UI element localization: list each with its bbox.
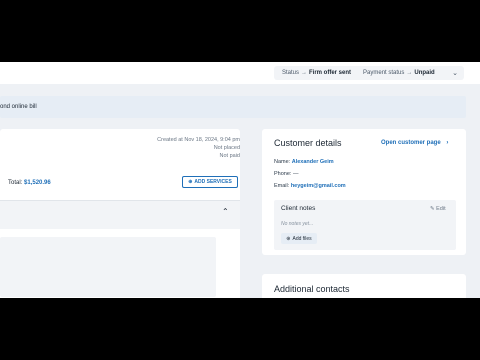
total: Total: $1,520.96 (8, 180, 51, 186)
customer-phone: Phone: — (274, 171, 298, 177)
email-label: Email: (274, 183, 290, 189)
created-date: Created at Nov 18, 2024, 9:04 pm (157, 137, 240, 143)
add-services-label: ADD SERVICES (194, 179, 232, 185)
phone-label: Phone: (274, 171, 292, 177)
add-files-button[interactable]: ⊕ Add files (281, 233, 317, 244)
client-notes-title: Client notes (281, 205, 316, 212)
chevron-down-icon[interactable]: ⌄ (452, 69, 458, 77)
edit-label: Edit (436, 206, 446, 212)
job-card: Created at Nov 18, 2024, 9:04 pm Not pla… (0, 129, 240, 298)
status-label: Status (282, 70, 300, 76)
total-value: $1,520.96 (24, 180, 51, 186)
open-customer-page-link[interactable]: Open customer page › (381, 140, 448, 146)
additional-contacts-title: Additional contacts (274, 284, 350, 294)
total-label: Total: (8, 180, 23, 186)
status-strip[interactable]: Status → Firm offer sent Payment status … (274, 66, 464, 80)
payment-status-value: Unpaid (414, 70, 435, 76)
open-customer-page-label: Open customer page (381, 140, 441, 146)
arrow-right-icon: → (406, 70, 413, 76)
banner-text: ond online bill (0, 104, 37, 110)
phone-value: — (292, 171, 299, 177)
placement-status: Not placed (213, 145, 240, 151)
payment-status-label: Payment status (363, 70, 405, 76)
additional-contacts-card: Additional contacts (262, 274, 466, 298)
customer-email: Email: heygeim@gmail.com (274, 183, 346, 189)
services-panel (0, 237, 216, 297)
notes-empty-text: No notes yet... (281, 221, 314, 227)
name-value[interactable]: Alexander Geim (292, 159, 334, 165)
add-files-label: Add files (292, 235, 312, 242)
status-value: Firm offer sent (309, 70, 352, 76)
info-banner: ond online bill (0, 96, 466, 118)
pencil-icon: ✎ (430, 206, 435, 212)
customer-details-title: Customer details (274, 138, 342, 148)
plus-circle-icon: ⊕ (286, 235, 291, 242)
name-label: Name: (274, 159, 291, 165)
chevron-up-icon[interactable]: ⌃ (222, 207, 229, 216)
edit-notes-button[interactable]: ✎ Edit (430, 206, 446, 212)
chevron-right-icon: › (446, 140, 449, 146)
payment-state: Not paid (219, 153, 241, 159)
top-bar: Status → Firm offer sent Payment status … (0, 62, 480, 84)
plus-circle-icon: ⊕ (188, 179, 193, 185)
app-screen: Status → Firm offer sent Payment status … (0, 62, 480, 298)
customer-name: Name: Alexander Geim (274, 159, 334, 165)
client-notes-box: Client notes ✎ Edit No notes yet... ⊕ Ad… (274, 200, 456, 250)
arrow-right-icon: → (301, 70, 308, 76)
customer-details-card: Customer details Open customer page › Na… (262, 129, 466, 255)
collapsible-section-header[interactable] (0, 200, 240, 229)
email-value[interactable]: heygeim@gmail.com (291, 183, 346, 189)
add-services-button[interactable]: ⊕ ADD SERVICES (182, 176, 238, 188)
